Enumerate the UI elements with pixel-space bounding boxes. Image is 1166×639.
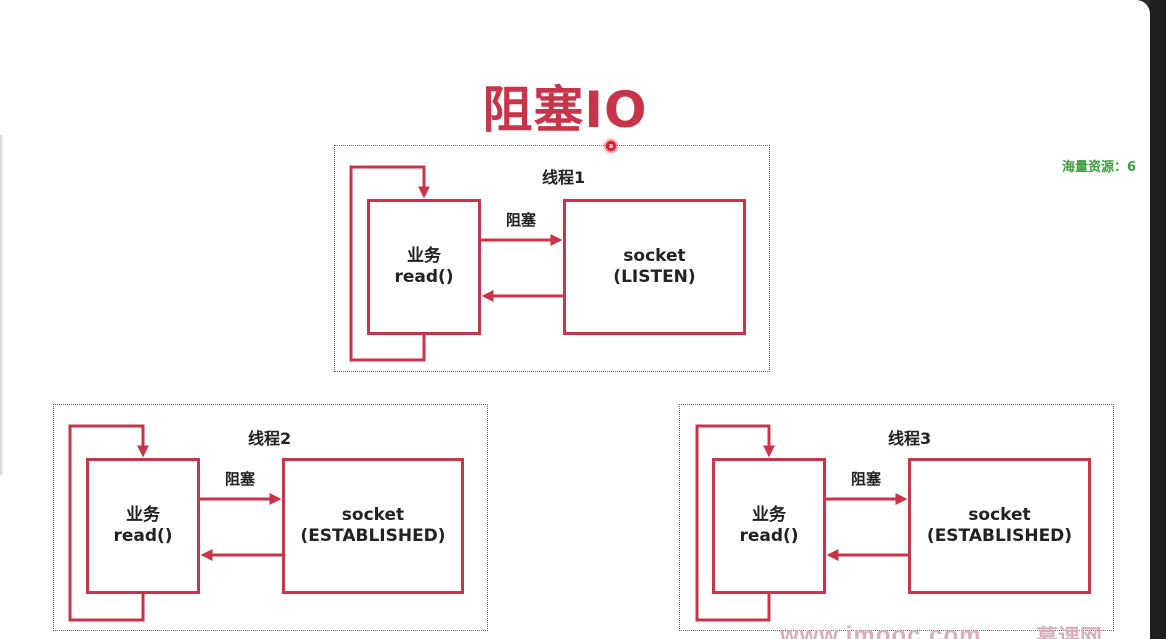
thread-1-business-label: 业务 — [407, 246, 441, 266]
thread-1-business-box: 业务 read() — [367, 199, 481, 335]
thread-2-socket-state: (ESTABLISHED) — [300, 526, 446, 546]
thread-3-socket-state: (ESTABLISHED) — [926, 526, 1073, 546]
thread-2-business-label: 业务 — [126, 505, 160, 525]
thread-2-block-label: 阻塞 — [225, 470, 256, 488]
thread-3-socket-label: socket — [968, 505, 1031, 525]
slide-title: 阻塞IO — [482, 81, 648, 139]
thread-2-socket-box: socket (ESTABLISHED) — [282, 458, 464, 594]
watermark-brand: 慕课网 — [1036, 625, 1103, 639]
slide: 阻塞IO 海量资源：6 线程1 业务 read() socket (LISTEN… — [0, 0, 1150, 639]
thread-2-label: 线程2 — [248, 429, 292, 448]
thread-3-business-label: 业务 — [752, 505, 786, 525]
thread-3-socket-box: socket (ESTABLISHED) — [908, 458, 1091, 594]
side-resource-text: 海量资源：6 — [1062, 160, 1137, 175]
thread-1-block-label: 阻塞 — [506, 211, 537, 229]
thread-1-read-label: read() — [394, 267, 454, 287]
thread-3-block-label: 阻塞 — [851, 470, 882, 488]
thread-3-label: 线程3 — [888, 429, 932, 448]
left-edge-shadow — [0, 135, 4, 475]
thread-2-business-box: 业务 read() — [86, 458, 200, 594]
thread-3-business-box: 业务 read() — [712, 458, 826, 594]
thread-2-read-label: read() — [113, 526, 173, 546]
thread-1-label: 线程1 — [542, 168, 586, 187]
thread-1-socket-box: socket (LISTEN) — [563, 199, 746, 335]
thread-2-socket-label: socket — [341, 505, 405, 525]
thread-1-socket-state: (LISTEN) — [613, 267, 696, 287]
thread-1-socket-label: socket — [623, 246, 686, 266]
thread-3-read-label: read() — [739, 526, 799, 546]
window-right-edge — [1150, 0, 1166, 639]
watermark-url: www.imooc.com — [780, 622, 982, 639]
